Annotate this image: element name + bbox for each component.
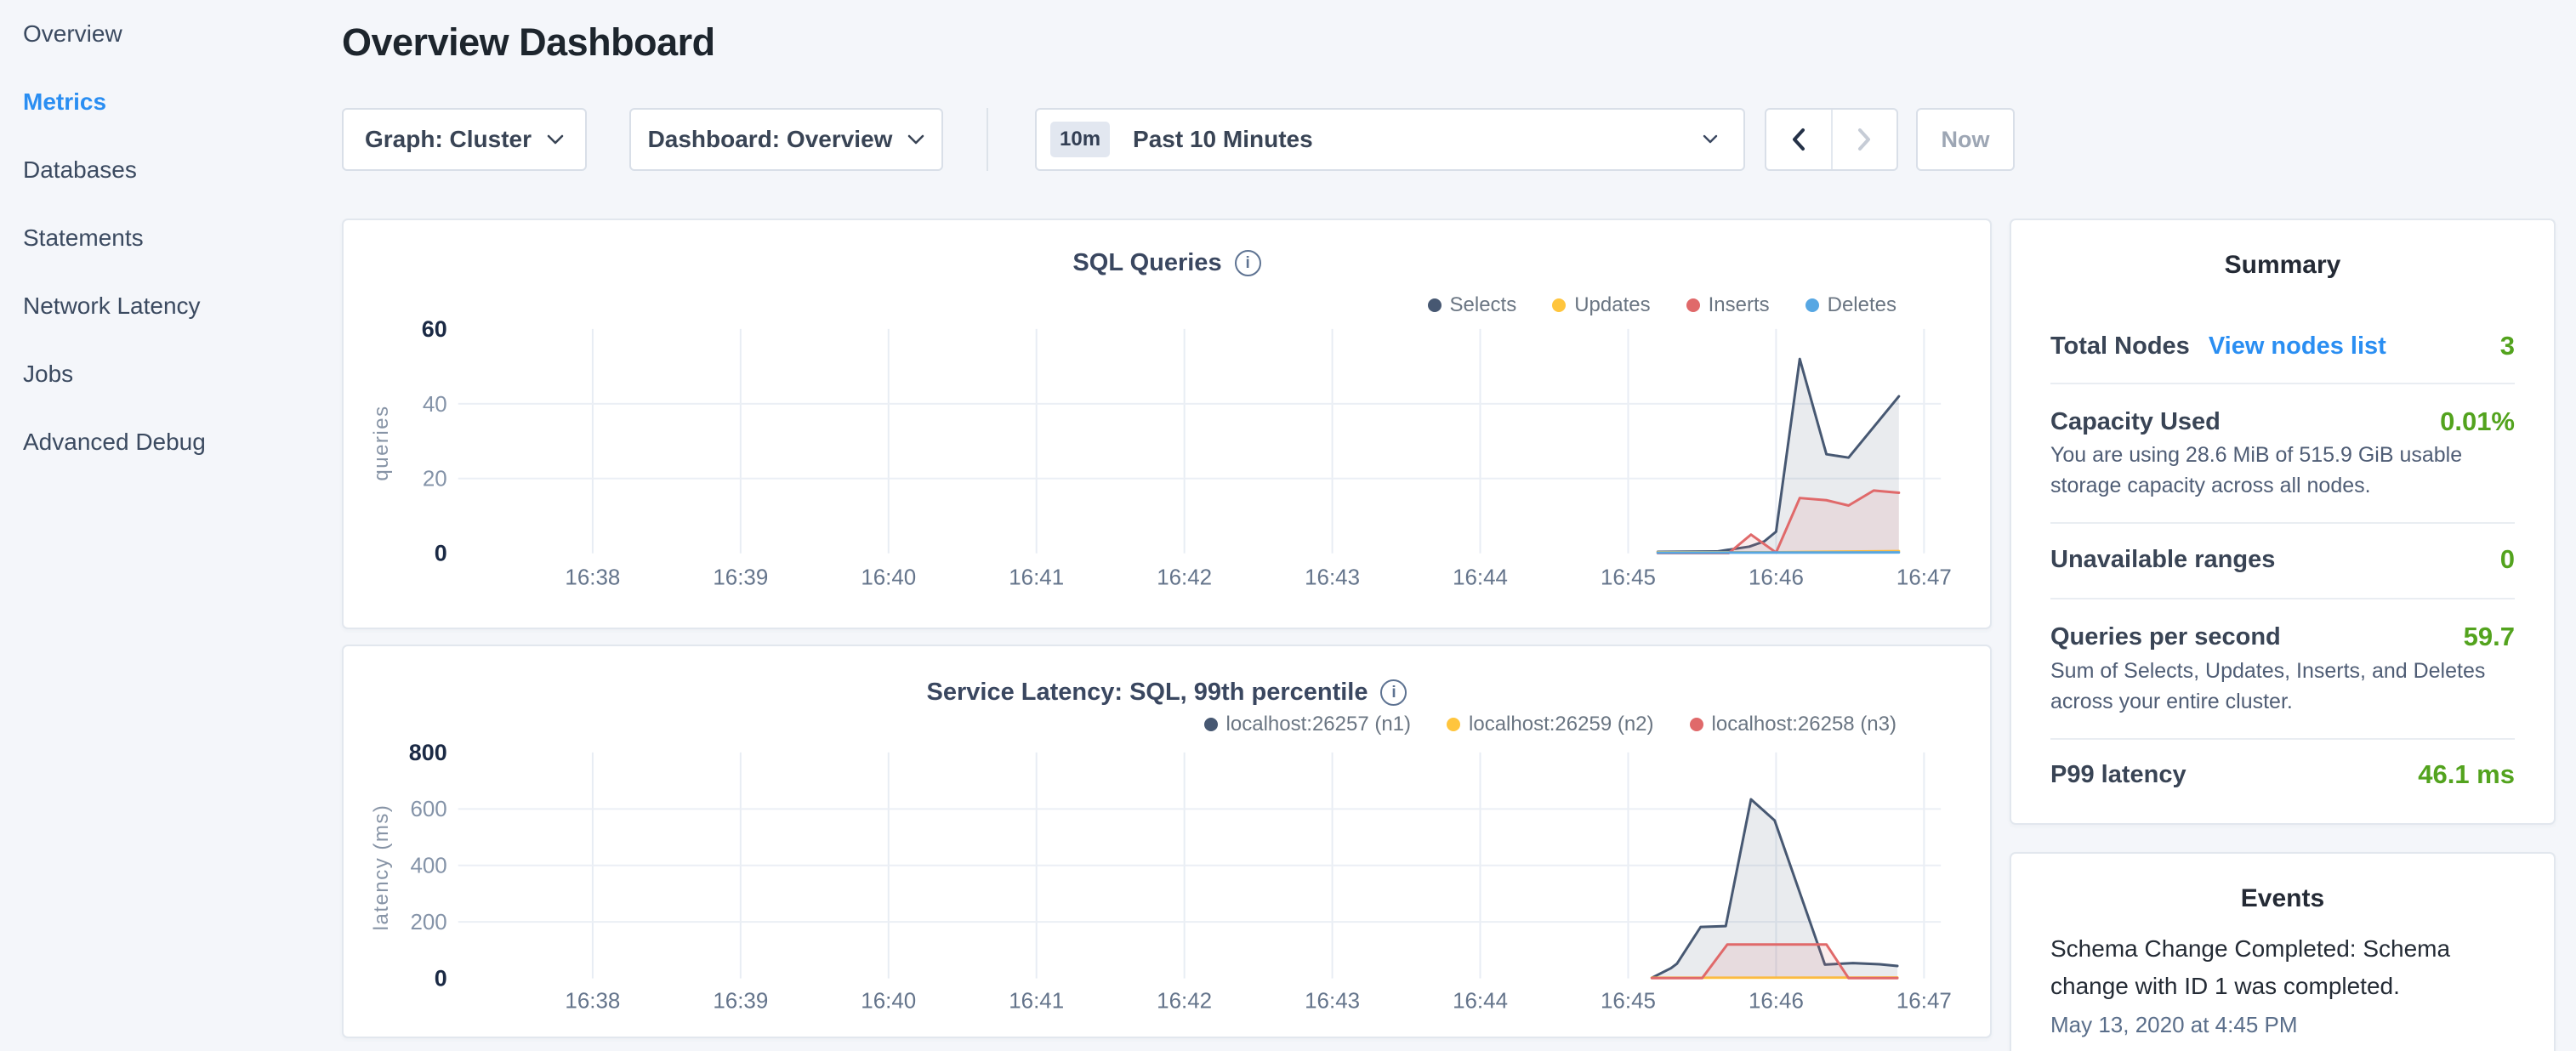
event-message[interactable]: Schema Change Completed: Schema change w… [2050, 930, 2518, 1005]
sidebar-item-jobs[interactable]: Jobs [23, 340, 312, 408]
sidebar: Overview Metrics Databases Statements Ne… [23, 0, 312, 476]
svg-text:16:41: 16:41 [1009, 565, 1064, 589]
divider [2050, 738, 2515, 740]
sidebar-item-advanced-debug[interactable]: Advanced Debug [23, 408, 312, 476]
svg-text:16:45: 16:45 [1601, 565, 1656, 589]
time-forward-button[interactable] [1831, 110, 1897, 169]
summary-row-capacity: Capacity Used 0.01% [2050, 403, 2515, 440]
svg-text:16:46: 16:46 [1749, 989, 1804, 1013]
service-latency-chart-card: Service Latency: SQL, 99th percentile i … [342, 645, 1992, 1038]
svg-text:600: 600 [410, 798, 446, 821]
svg-text:16:47: 16:47 [1896, 989, 1952, 1013]
sidebar-item-statements[interactable]: Statements [23, 204, 312, 272]
now-button[interactable]: Now [1916, 108, 2015, 171]
svg-text:40: 40 [423, 393, 447, 417]
svg-text:0: 0 [435, 966, 447, 991]
divider [2050, 522, 2515, 524]
sidebar-item-metrics[interactable]: Metrics [23, 68, 312, 136]
divider [2050, 383, 2515, 384]
svg-text:16:41: 16:41 [1009, 989, 1064, 1013]
time-back-button[interactable] [1766, 110, 1831, 169]
controls-divider [987, 108, 988, 171]
time-range-label: Past 10 Minutes [1133, 126, 1313, 153]
summary-row-total-nodes: Total Nodes View nodes list 3 [2050, 327, 2515, 365]
summary-row-qps: Queries per second 59.7 [2050, 618, 2515, 656]
svg-text:200: 200 [410, 911, 446, 935]
qps-value: 59.7 [2464, 622, 2515, 652]
svg-text:800: 800 [409, 740, 447, 765]
sidebar-item-databases[interactable]: Databases [23, 136, 312, 204]
svg-text:16:44: 16:44 [1453, 989, 1508, 1013]
svg-text:16:40: 16:40 [861, 989, 916, 1013]
sql-queries-plot[interactable]: 16:38 16:39 16:40 16:41 16:42 16:43 16:44 16:45… [344, 220, 1990, 628]
svg-text:16:38: 16:38 [565, 565, 620, 589]
capacity-caption: You are using 28.6 MiB of 515.9 GiB usab… [2050, 440, 2520, 501]
svg-text:400: 400 [410, 855, 446, 878]
summary-panel: Summary Total Nodes View nodes list 3 Ca… [2010, 219, 2556, 825]
events-panel: Events Schema Change Completed: Schema c… [2010, 852, 2556, 1051]
dashboard-dropdown[interactable]: Dashboard: Overview [629, 108, 943, 171]
graph-scope-dropdown[interactable]: Graph: Cluster [342, 108, 587, 171]
qps-caption: Sum of Selects, Updates, Inserts, and De… [2050, 656, 2520, 717]
svg-text:16:39: 16:39 [713, 989, 768, 1013]
chevron-right-icon [1857, 128, 1872, 151]
sql-queries-chart-card: SQL Queries i Selects Updates Inserts De… [342, 219, 1992, 629]
total-nodes-value: 3 [2500, 331, 2515, 361]
svg-text:16:39: 16:39 [713, 565, 768, 589]
summary-row-unavailable: Unavailable ranges 0 [2050, 541, 2515, 578]
summary-row-p99: P99 latency 46.1 ms [2050, 756, 2515, 793]
page-title: Overview Dashboard [342, 20, 715, 65]
event-timestamp: May 13, 2020 at 4:45 PM [2050, 1012, 2298, 1038]
chevron-down-icon [1703, 134, 1718, 145]
chevron-left-icon [1791, 128, 1806, 151]
service-latency-plot[interactable]: 16:38 16:39 16:40 16:41 16:42 16:43 16:44 16:45… [344, 646, 1990, 1037]
capacity-used-value: 0.01% [2440, 406, 2515, 437]
chevron-down-icon [907, 134, 924, 145]
svg-text:16:43: 16:43 [1305, 989, 1360, 1013]
time-pager [1765, 108, 1898, 171]
view-nodes-list-link[interactable]: View nodes list [2209, 332, 2386, 361]
graph-scope-label: Graph: Cluster [365, 126, 532, 153]
divider [2050, 598, 2515, 599]
svg-text:20: 20 [423, 468, 447, 491]
svg-text:0: 0 [435, 541, 447, 566]
sidebar-item-network-latency[interactable]: Network Latency [23, 272, 312, 340]
time-range-dropdown[interactable]: 10m Past 10 Minutes [1035, 108, 1745, 171]
sidebar-item-overview[interactable]: Overview [23, 0, 312, 68]
svg-text:16:43: 16:43 [1305, 565, 1360, 589]
svg-text:16:46: 16:46 [1749, 565, 1804, 589]
chevron-down-icon [547, 134, 564, 145]
summary-title: Summary [2011, 251, 2554, 280]
app-root: Overview Metrics Databases Statements Ne… [0, 0, 2576, 1051]
unavailable-ranges-value: 0 [2500, 544, 2515, 575]
time-range-badge: 10m [1050, 122, 1110, 157]
p99-latency-value: 46.1 ms [2418, 759, 2515, 790]
svg-text:16:42: 16:42 [1157, 989, 1212, 1013]
svg-text:16:45: 16:45 [1601, 989, 1656, 1013]
svg-text:16:42: 16:42 [1157, 565, 1212, 589]
svg-text:16:47: 16:47 [1896, 565, 1952, 589]
svg-text:16:38: 16:38 [565, 989, 620, 1013]
svg-text:16:44: 16:44 [1453, 565, 1508, 589]
dashboard-label: Dashboard: Overview [648, 126, 893, 153]
events-title: Events [2011, 884, 2554, 913]
svg-text:60: 60 [422, 316, 447, 342]
svg-text:16:40: 16:40 [861, 565, 916, 589]
